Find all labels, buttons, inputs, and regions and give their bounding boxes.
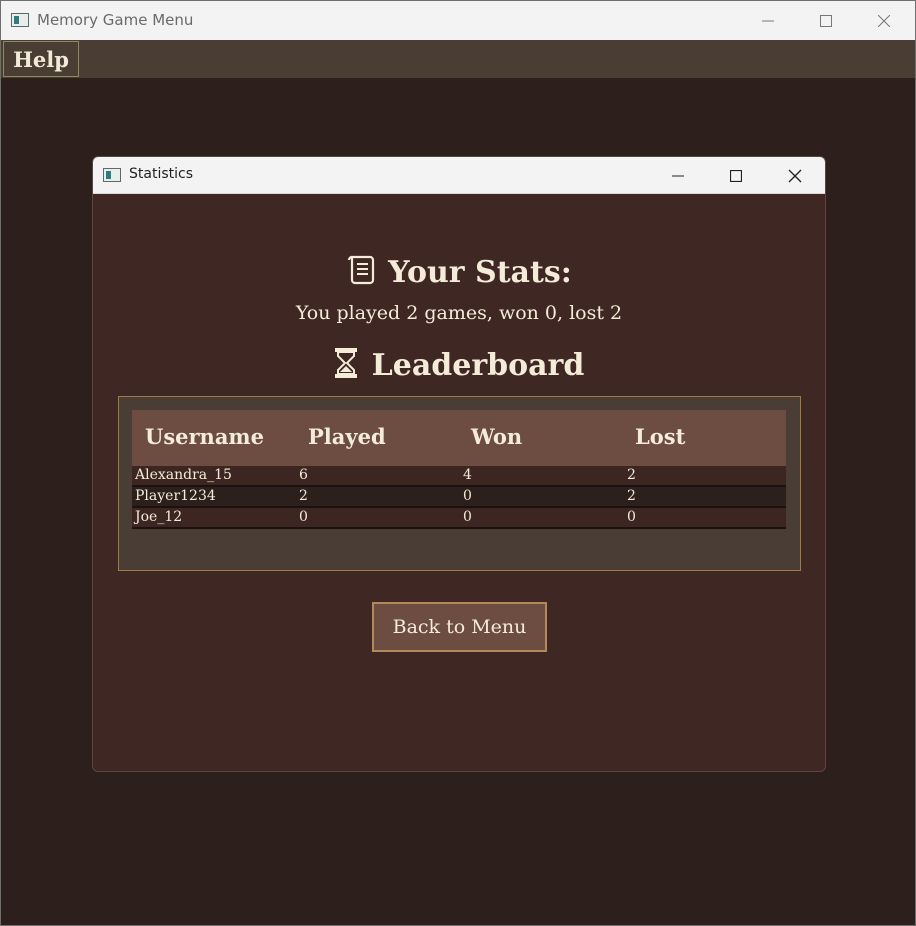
your-stats-title: Your Stats: xyxy=(388,255,572,290)
menu-help[interactable]: Help xyxy=(3,41,79,77)
leaderboard-heading: Leaderboard xyxy=(93,347,825,387)
cell-username: Player1234 xyxy=(135,488,216,504)
cell-username: Joe_12 xyxy=(135,509,183,525)
maximize-icon xyxy=(820,14,832,27)
minimize-button[interactable] xyxy=(739,1,797,40)
scroll-icon xyxy=(346,254,378,294)
leaderboard-table: Username Played Won Lost Alexandra_15 6 … xyxy=(118,396,801,571)
maximize-icon xyxy=(730,169,742,182)
cell-played: 2 xyxy=(299,488,308,504)
leaderboard-title: Leaderboard xyxy=(371,348,585,383)
hourglass-icon xyxy=(334,347,358,387)
column-header-lost[interactable]: Lost xyxy=(635,424,685,449)
cell-username: Alexandra_15 xyxy=(135,467,232,483)
dialog-maximize-button[interactable] xyxy=(707,157,765,194)
statistics-dialog: Statistics Your Stats: You played 2 game… xyxy=(92,156,826,772)
table-row[interactable]: Joe_12 0 0 0 xyxy=(132,508,786,529)
table-row[interactable]: Player1234 2 0 2 xyxy=(132,487,786,508)
close-icon xyxy=(878,14,890,27)
your-stats-summary: You played 2 games, won 0, lost 2 xyxy=(295,302,623,324)
cell-lost: 0 xyxy=(627,509,636,525)
main-titlebar[interactable]: Memory Game Menu xyxy=(1,1,915,40)
cell-lost: 2 xyxy=(627,488,636,504)
window-title: Memory Game Menu xyxy=(37,11,194,29)
close-icon xyxy=(788,169,802,182)
back-to-menu-button[interactable]: Back to Menu xyxy=(372,602,547,652)
cell-lost: 2 xyxy=(627,467,636,483)
cell-won: 0 xyxy=(463,488,472,504)
close-button[interactable] xyxy=(855,1,913,40)
your-stats-heading: Your Stats: xyxy=(93,254,825,294)
main-window: Memory Game Menu Help Statistics Your St… xyxy=(0,0,916,926)
minimize-icon xyxy=(672,175,684,176)
table-header: Username Played Won Lost xyxy=(132,410,786,466)
menubar: Help xyxy=(1,40,915,78)
dialog-minimize-button[interactable] xyxy=(649,157,707,194)
dialog-titlebar[interactable]: Statistics xyxy=(93,157,825,194)
minimize-icon xyxy=(762,20,774,21)
cell-won: 4 xyxy=(463,467,472,483)
dialog-close-button[interactable] xyxy=(766,157,824,194)
dialog-app-icon xyxy=(103,168,121,182)
column-header-played[interactable]: Played xyxy=(308,424,386,449)
column-header-username[interactable]: Username xyxy=(145,424,264,449)
table-row[interactable]: Alexandra_15 6 4 2 xyxy=(132,466,786,487)
cell-played: 6 xyxy=(299,467,308,483)
column-header-won[interactable]: Won xyxy=(471,424,522,449)
dialog-title: Statistics xyxy=(129,166,193,182)
maximize-button[interactable] xyxy=(797,1,855,40)
cell-played: 0 xyxy=(299,509,308,525)
app-icon xyxy=(11,13,29,27)
table-body: Alexandra_15 6 4 2 Player1234 2 0 2 Joe_… xyxy=(132,466,786,529)
cell-won: 0 xyxy=(463,509,472,525)
